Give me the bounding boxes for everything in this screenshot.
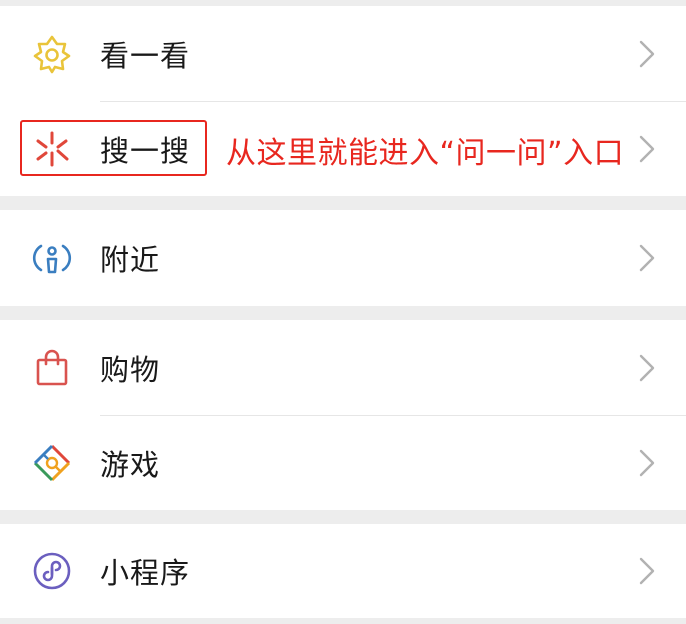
chevron-right-icon <box>639 557 655 585</box>
menu-item-nearby[interactable]: 附近 <box>0 210 686 306</box>
chevron-right-icon <box>639 244 655 272</box>
nearby-person-icon <box>32 244 72 274</box>
menu-item-label: 附近 <box>100 243 161 277</box>
menu-item-label: 小程序 <box>100 556 191 590</box>
menu-item-shopping[interactable]: 购物 <box>0 320 686 416</box>
menu-item-label: 看一看 <box>100 39 191 73</box>
menu-group-2: 附近 <box>0 210 686 306</box>
menu-item-label: 搜一搜 <box>100 134 191 168</box>
menu-group-4: 小程序 <box>0 524 686 618</box>
menu-item-games[interactable]: 游戏 <box>0 416 686 510</box>
menu-item-mini-program[interactable]: 小程序 <box>0 524 686 618</box>
menu-item-look[interactable]: 看一看 <box>0 6 686 102</box>
mini-program-icon <box>33 552 71 590</box>
chevron-right-icon <box>639 135 655 163</box>
search-spark-icon <box>36 131 69 167</box>
chevron-right-icon <box>639 354 655 382</box>
shopping-bag-icon <box>36 349 68 386</box>
menu-item-label: 购物 <box>100 353 161 387</box>
menu-group-3: 购物 游戏 <box>0 320 686 510</box>
menu-item-label: 游戏 <box>100 448 161 482</box>
annotation-text: 从这里就能进入“问一问”入口 <box>226 136 625 171</box>
game-diamond-icon <box>33 444 71 482</box>
look-icon <box>33 35 71 74</box>
chevron-right-icon <box>639 40 655 68</box>
discover-screen: 看一看 搜一搜 附近 购物 游戏 小程序 从这里就能进入“问一问”入口 <box>0 0 686 624</box>
chevron-right-icon <box>639 449 655 477</box>
